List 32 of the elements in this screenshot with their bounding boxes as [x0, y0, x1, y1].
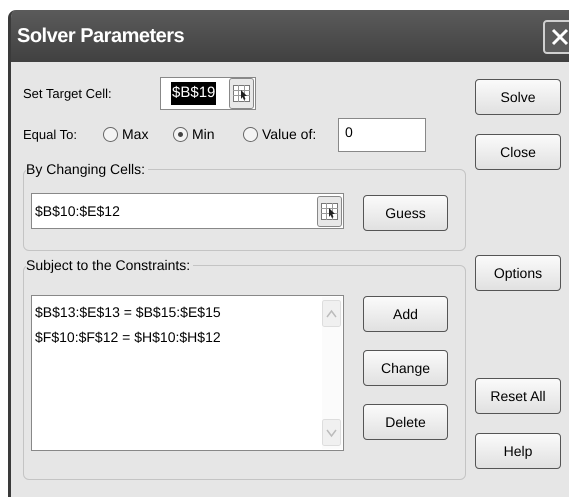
constraints-list[interactable]: $B$13:$E$13 = $B$15:$E$15 $F$10:$F$12 = $H$10:$H$12 — [31, 295, 344, 451]
list-item[interactable]: $F$10:$F$12 = $H$10:$H$12 — [35, 325, 343, 350]
dialog-button[interactable]: Help — [475, 433, 561, 469]
field-label: Equal To: — [23, 126, 78, 144]
dialog-button[interactable]: Reset All — [475, 378, 561, 414]
dialog-button[interactable]: Options — [475, 255, 561, 291]
field-value: $B$10:$E$12 — [35, 202, 120, 220]
dialog-button[interactable]: Close — [475, 134, 561, 170]
close-button[interactable] — [543, 20, 569, 54]
range-select-button[interactable] — [229, 78, 254, 109]
radio-option[interactable]: Value of: — [243, 124, 338, 145]
grid-cursor-icon — [233, 85, 250, 102]
radio-button[interactable] — [173, 127, 188, 142]
dialog-button[interactable]: Guess — [363, 195, 448, 231]
dialog-button[interactable]: Change — [363, 350, 448, 386]
list-item[interactable]: $B$13:$E$13 = $B$15:$E$15 — [35, 300, 343, 325]
radio-option[interactable]: Min — [173, 124, 243, 145]
window-title: Solver Parameters — [17, 24, 184, 49]
dialog-button[interactable]: Add — [363, 296, 448, 332]
radio-button[interactable] — [103, 127, 118, 142]
close-icon — [550, 27, 569, 47]
target-cell-field[interactable]: $B$19 — [160, 77, 256, 110]
dialog-button[interactable]: Delete — [363, 404, 448, 440]
changing-cells-field[interactable]: $B$10:$E$12 — [31, 193, 344, 229]
radio-button[interactable] — [243, 127, 258, 142]
dialog-button[interactable]: Solve — [475, 79, 561, 115]
field-label: Set Target Cell: — [23, 84, 113, 103]
radio-option[interactable]: Max — [103, 124, 173, 145]
value-field[interactable]: 0 — [338, 118, 426, 152]
field-value: $B$19 — [171, 82, 216, 105]
grid-cursor-icon — [321, 202, 338, 220]
range-select-button[interactable] — [317, 196, 342, 226]
